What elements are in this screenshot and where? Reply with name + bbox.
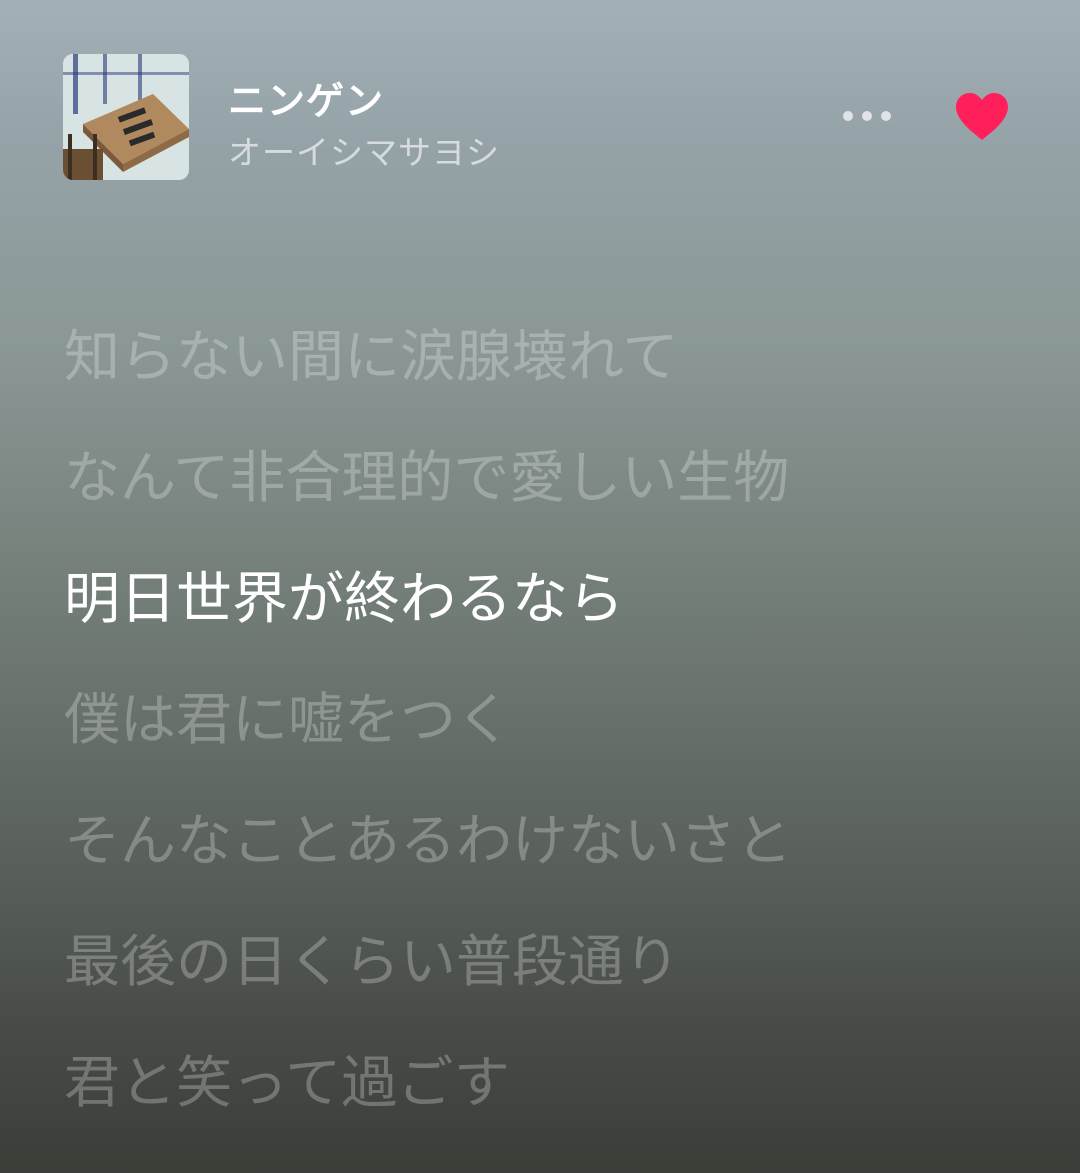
album-art[interactable] xyxy=(63,54,189,180)
like-button[interactable] xyxy=(950,85,1014,149)
more-options-button[interactable] xyxy=(836,100,898,132)
lyric-line-active[interactable]: 明日世界が終わるなら xyxy=(64,565,624,635)
now-playing-header: ニンゲン オーイシマサヨシ xyxy=(0,0,1080,230)
lyric-line[interactable]: そんなことあるわけないさと xyxy=(64,807,792,877)
lyric-line[interactable]: 最後の日くらい普段通り xyxy=(64,928,680,998)
lyric-line[interactable]: 知らない間に涙腺壊れて xyxy=(64,323,678,393)
artist-name[interactable]: オーイシマサヨシ xyxy=(228,126,500,174)
lyric-line[interactable]: 君と笑って過ごす xyxy=(64,1049,510,1119)
album-art-image xyxy=(63,54,189,180)
lyrics-panel[interactable]: 知らない間に涙腺壊れて なんて非合理的で愛しい生物 明日世界が終わるなら 僕は君… xyxy=(64,230,1024,1173)
lyric-line[interactable]: 僕は君に嘘をつく xyxy=(64,686,512,756)
lyric-line[interactable]: なんて非合理的で愛しい生物 xyxy=(64,444,789,514)
heart-filled-icon xyxy=(956,93,1008,140)
more-horizontal-icon xyxy=(843,111,891,121)
track-title: ニンゲン xyxy=(228,79,385,123)
